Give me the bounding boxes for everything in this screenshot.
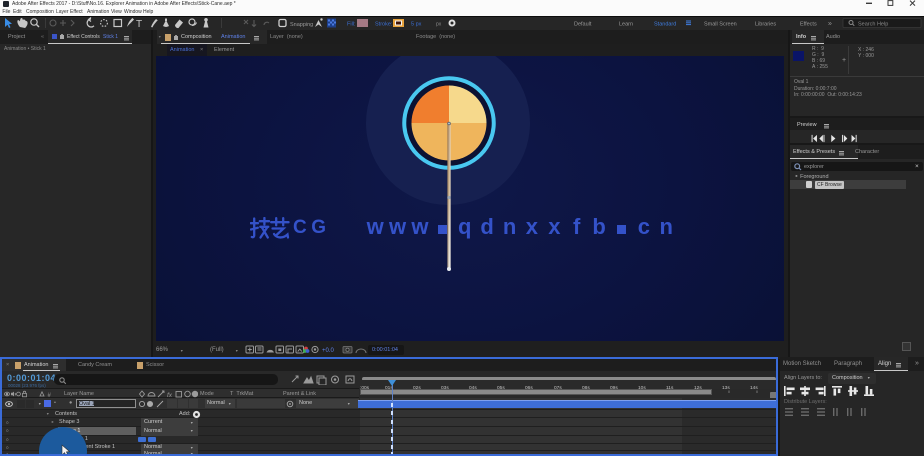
svg-text:1: 1 [776,385,778,391]
svg-text:Fill:: Fill: [347,22,356,28]
svg-text:#: # [48,392,52,397]
svg-text:Learn: Learn [619,22,633,28]
svg-text:T: T [136,19,142,30]
svg-text:14s: 14s [750,385,758,391]
svg-text:+0.0: +0.0 [322,348,335,354]
svg-text:5 px: 5 px [411,22,422,28]
svg-text:Search Help: Search Help [858,22,888,28]
svg-text:Stroke:: Stroke: [375,22,393,28]
svg-text:Snapping: Snapping [290,22,313,28]
svg-text:Libraries: Libraries [755,22,776,28]
svg-text:Effects: Effects [800,22,817,28]
svg-text:fx: fx [167,392,173,398]
svg-text:px: px [436,22,442,28]
svg-text:Small Screen: Small Screen [704,22,737,28]
svg-text:Standard: Standard [654,22,676,28]
svg-text:13s: 13s [722,385,730,391]
svg-text:»: » [828,21,832,28]
svg-text:Default: Default [574,22,592,28]
